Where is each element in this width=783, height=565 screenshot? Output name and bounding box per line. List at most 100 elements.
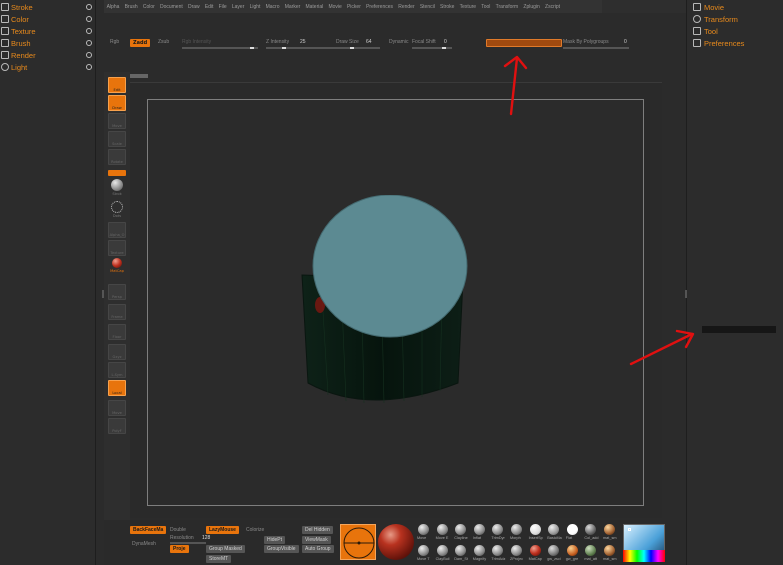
local-button[interactable]: Local <box>108 380 126 396</box>
brush-thumbnail-icon[interactable] <box>473 524 485 535</box>
color-picker-cursor[interactable] <box>628 528 631 531</box>
menu-file[interactable]: File <box>216 4 229 10</box>
resolution-track[interactable] <box>170 542 206 544</box>
brush-thumbnail-icon[interactable] <box>548 524 560 535</box>
rotate-button[interactable]: Rotate <box>108 149 126 165</box>
color-mode-bar[interactable] <box>108 170 126 176</box>
brush-thumbnail-icon[interactable] <box>566 524 578 535</box>
auto-group-button[interactable]: Auto Group <box>302 545 334 553</box>
group-masked-button[interactable]: Group Masked <box>206 545 245 553</box>
dock-toggle-icon[interactable] <box>86 16 92 22</box>
brush-thumbnail-icon[interactable] <box>604 524 615 535</box>
draw-button[interactable]: Draw <box>108 95 126 111</box>
brush-thumbnail-icon[interactable] <box>566 545 578 556</box>
brush-thumbnail-icon[interactable] <box>585 545 597 556</box>
draw-size-knob[interactable] <box>350 47 354 49</box>
brush-thumbnail-icon[interactable] <box>418 545 429 556</box>
brush-thumbnail-icon[interactable] <box>436 545 448 556</box>
brush-thumbnail-icon[interactable] <box>529 524 541 535</box>
brush-thumbnail-icon[interactable] <box>473 545 485 556</box>
menu-zscript[interactable]: Zscript <box>542 4 562 10</box>
menu-transform[interactable]: Transform <box>493 4 521 10</box>
focal-shift-knob[interactable] <box>442 47 446 49</box>
move-button[interactable]: Move <box>108 113 126 129</box>
rgb-intensity-track[interactable] <box>182 47 258 49</box>
dots-stroke-icon[interactable] <box>111 201 123 213</box>
tray-divider[interactable] <box>685 290 687 298</box>
color-spectrum[interactable] <box>623 550 665 562</box>
frame-button[interactable]: Frame <box>108 304 126 320</box>
palette-item-light[interactable]: Light <box>0 61 96 73</box>
brush-thumbnail-icon[interactable] <box>548 545 560 556</box>
double-toggle[interactable]: Double <box>170 527 186 533</box>
brush-thumbnail-icon[interactable] <box>436 524 448 535</box>
palette-item-tool[interactable]: Tool <box>693 25 718 37</box>
menu-zplugin[interactable]: Zplugin <box>521 4 543 10</box>
alpha-button[interactable]: Alpha_O <box>108 222 126 238</box>
menu-document[interactable]: Document <box>157 4 185 10</box>
cylinder-model[interactable] <box>300 195 470 405</box>
project-button[interactable]: Proje <box>170 545 189 553</box>
dynamesh-button[interactable]: DynaMesh <box>132 541 156 547</box>
scale-button[interactable]: Scale <box>108 131 126 147</box>
backface-mask-button[interactable]: BackFaceMa <box>130 526 167 534</box>
menu-preferences[interactable]: Preferences <box>363 4 395 10</box>
menu-stroke[interactable]: Stroke <box>437 4 457 10</box>
zadd-button[interactable]: Zadd <box>130 39 151 47</box>
dynamic-toggle[interactable]: Dynamic <box>389 39 408 45</box>
menu-color[interactable]: Color <box>140 4 157 10</box>
dock-toggle-icon[interactable] <box>86 40 92 46</box>
dock-toggle-icon[interactable] <box>86 52 92 58</box>
viewmask-button[interactable]: ViewMask <box>302 536 331 544</box>
dock-toggle-icon[interactable] <box>86 4 92 10</box>
storemt-button[interactable]: StoreMT <box>206 555 232 563</box>
brush-thumbnail-icon[interactable] <box>455 524 467 535</box>
menu-brush[interactable]: Brush <box>122 4 140 10</box>
palette-item-texture[interactable]: Texture <box>0 25 96 37</box>
menu-alpha[interactable]: Alpha <box>104 4 122 10</box>
menu-edit[interactable]: Edit <box>202 4 216 10</box>
dock-toggle-icon[interactable] <box>86 64 92 70</box>
xyz-button[interactable]: Gxyz <box>108 344 126 360</box>
material-sphere-button[interactable] <box>378 524 414 560</box>
brush-thumbnail-icon[interactable] <box>492 545 504 556</box>
z-intensity-knob[interactable] <box>282 47 286 49</box>
menu-tool[interactable]: Tool <box>479 4 493 10</box>
del-hidden-button[interactable]: Del Hidden <box>302 526 333 534</box>
menu-layer[interactable]: Layer <box>229 4 247 10</box>
brush-thumbnail-icon[interactable] <box>418 524 429 535</box>
brush-thumbnail-icon[interactable] <box>529 545 541 556</box>
draw-size-track[interactable] <box>336 47 380 49</box>
focal-shift-track[interactable] <box>412 47 452 49</box>
menu-marker[interactable]: Marker <box>282 4 303 10</box>
brush-thumbnail-icon[interactable] <box>511 524 522 535</box>
persp-button[interactable]: Persp <box>108 284 126 300</box>
floor-button[interactable]: Floor <box>108 324 126 340</box>
menu-render[interactable]: Render <box>396 4 418 10</box>
menu-texture[interactable]: Texture <box>457 4 479 10</box>
menu-picker[interactable]: Picker <box>344 4 363 10</box>
rgb-intensity-knob[interactable] <box>250 47 254 49</box>
mask-by-polygroups-track[interactable] <box>563 47 629 49</box>
polyf-button[interactable]: PolyF <box>108 418 126 434</box>
groupvisible-button[interactable]: GroupVisible <box>264 545 299 553</box>
brush-thumbnail-icon[interactable] <box>585 524 597 535</box>
palette-item-color[interactable]: Color <box>0 13 96 25</box>
rgb-toggle[interactable]: Rgb <box>110 39 119 45</box>
hidept-button[interactable]: HidePt <box>264 536 286 544</box>
rgb-intensity-slider[interactable]: Rgb Intensity <box>182 39 211 45</box>
brush-thumbnail-icon[interactable] <box>455 545 467 556</box>
edit-button[interactable]: Edit <box>108 77 126 93</box>
lazymouse-button[interactable]: LazyMouse <box>206 526 239 534</box>
palette-item-preferences[interactable]: Preferences <box>693 37 744 49</box>
menu-stencil[interactable]: Stencil <box>417 4 437 10</box>
menu-draw[interactable]: Draw <box>185 4 202 10</box>
colorize-toggle[interactable]: Colorize <box>246 527 264 533</box>
palette-item-transform[interactable]: Transform <box>693 13 738 25</box>
highlighted-slider[interactable] <box>486 39 562 47</box>
palette-item-movie[interactable]: Movie <box>693 1 724 13</box>
menu-movie[interactable]: Movie <box>326 4 345 10</box>
matcap-sphere-icon[interactable] <box>112 258 122 268</box>
brush-thumbnail-icon[interactable] <box>492 524 504 535</box>
move-view-button[interactable]: Move <box>108 400 126 416</box>
